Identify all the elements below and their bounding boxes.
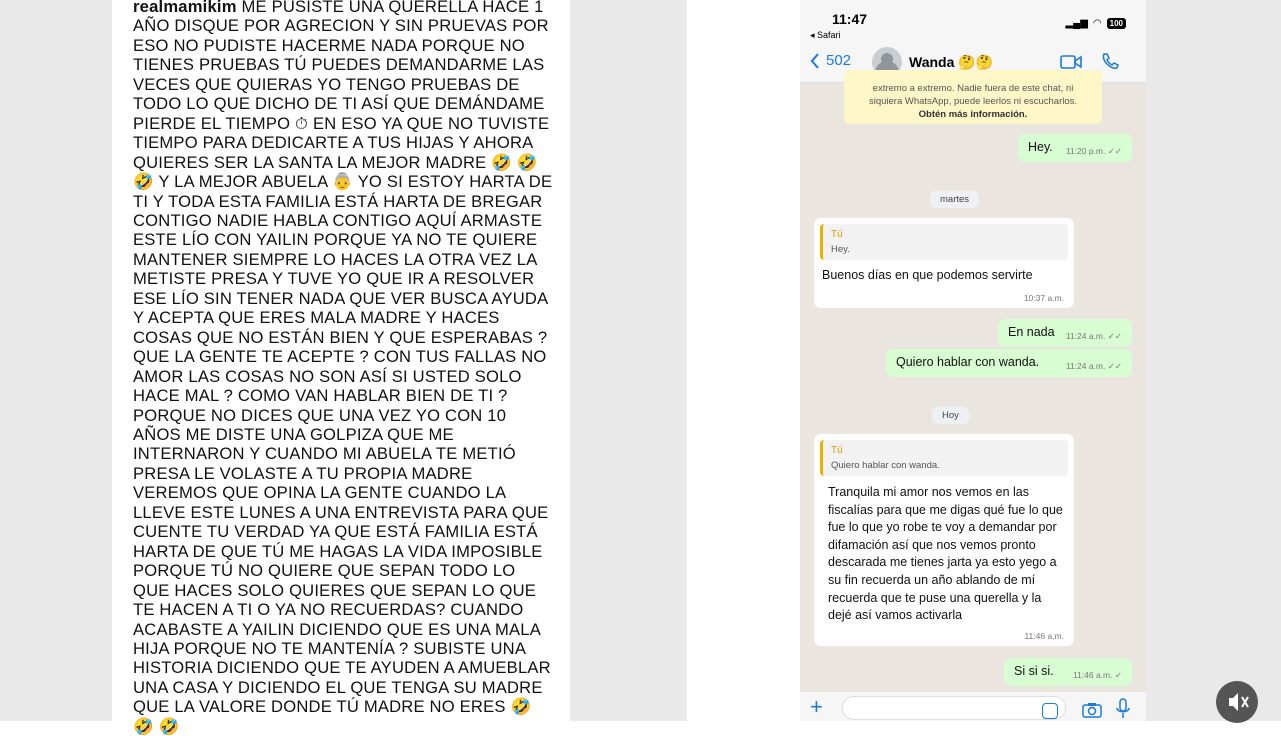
chat-area: extremo a extremo. Nadie fuera de este c… [800,70,1146,692]
sticker-icon[interactable] [1042,703,1058,719]
quote-author: Tú [831,229,843,240]
message-in[interactable]: Tú Quiero hablar con wanda. Tranquila mi… [814,434,1074,646]
double-check-icon: ✓✓ [1107,331,1122,341]
whatsapp-screenshot: 11:47 ◂ Safari ▂▄▆ ◠ 100 502 Wanda 🤔🤔 ex… [800,0,1146,721]
post-username[interactable]: realmamikim [133,0,237,16]
quoted-message[interactable]: Tú Hey. [820,224,1068,260]
middle-margin [570,0,687,721]
date-separator: martes [930,191,980,208]
message-time: 11:24 a.m. [1065,361,1106,371]
back-button[interactable]: 502 [810,52,851,69]
date-separator: Hoy [932,407,969,424]
camera-icon[interactable] [1082,702,1102,718]
microphone-icon[interactable] [1116,698,1130,720]
message-text: Quiero hablar con wanda. [896,355,1040,369]
left-margin [0,0,112,721]
encryption-notice[interactable]: extremo a extremo. Nadie fuera de este c… [844,70,1102,124]
post-caption: realmamikim ME PUSISTE UNA QUERELLA HACE… [133,0,553,736]
message-text: Si si si. [1014,664,1054,678]
learn-more-link[interactable]: Obtén más información. [919,109,1028,120]
video-call-icon[interactable] [1060,53,1082,71]
message-input[interactable] [842,696,1066,720]
message-time: 11:46 a.m. [1072,670,1113,680]
status-icons: ▂▄▆ ◠ 100 [1065,18,1126,29]
quote-author: Tú [831,445,843,456]
encryption-line-1: extremo a extremo. Nadie fuera de este c… [872,83,1074,94]
back-to-app[interactable]: ◂ Safari [810,30,841,41]
signal-icon: ▂▄▆ [1065,18,1088,29]
message-out[interactable]: En nada 11:24 a.m. ✓✓ [998,319,1132,347]
composer-bar: + [800,692,1146,721]
status-time: 11:47 [832,11,868,27]
message-in[interactable]: Tú Hey. Buenos días en que podemos servi… [814,218,1074,308]
double-check-icon: ✓✓ [1107,146,1122,156]
check-icon: ✓ [1114,670,1122,680]
message-out[interactable]: Quiero hablar con wanda. 11:24 a.m. ✓✓ [886,349,1132,377]
message-time: 11:24 a.m. [1065,331,1106,341]
status-bar: 11:47 ◂ Safari ▂▄▆ ◠ 100 [800,0,1146,44]
right-margin [1146,0,1281,721]
message-text: En nada [1008,325,1055,339]
quote-text: Hey. [831,244,850,255]
message-text: Hey. [1028,140,1053,154]
quoted-message[interactable]: Tú Quiero hablar con wanda. [820,440,1068,476]
message-out[interactable]: Hey. 11:20 p.m. ✓✓ [1018,134,1132,162]
post-body: ME PUSISTE UNA QUERELLA HACE 1 AÑO DISQU… [133,0,553,736]
message-time: 11:20 p.m. [1065,146,1106,156]
phone-call-icon[interactable] [1100,52,1120,72]
wifi-icon: ◠ [1092,18,1102,29]
message-out[interactable]: Si si si. 11:46 a.m. ✓ [1004,658,1132,686]
quote-text: Quiero hablar con wanda. [831,460,940,471]
message-text: Tranquila mi amor nos vemos en las fisca… [828,485,1063,623]
plus-icon[interactable]: + [810,694,823,720]
message-time: 10:37 a.m. [1023,293,1064,303]
contact-name[interactable]: Wanda 🤔🤔 [909,54,993,71]
message-text: Buenos días en que podemos servirte [822,268,1033,282]
muted-speaker-icon [1229,693,1249,711]
chevron-left-icon [810,52,819,69]
mute-button[interactable] [1216,681,1258,723]
double-check-icon: ✓✓ [1107,361,1122,371]
battery-icon: 100 [1106,18,1126,29]
message-time: 11:46 a.m. [1024,631,1064,641]
unread-count: 502 [826,52,852,69]
encryption-line-2: siquiera WhatsApp, puede leerlos ni escu… [868,96,1078,107]
